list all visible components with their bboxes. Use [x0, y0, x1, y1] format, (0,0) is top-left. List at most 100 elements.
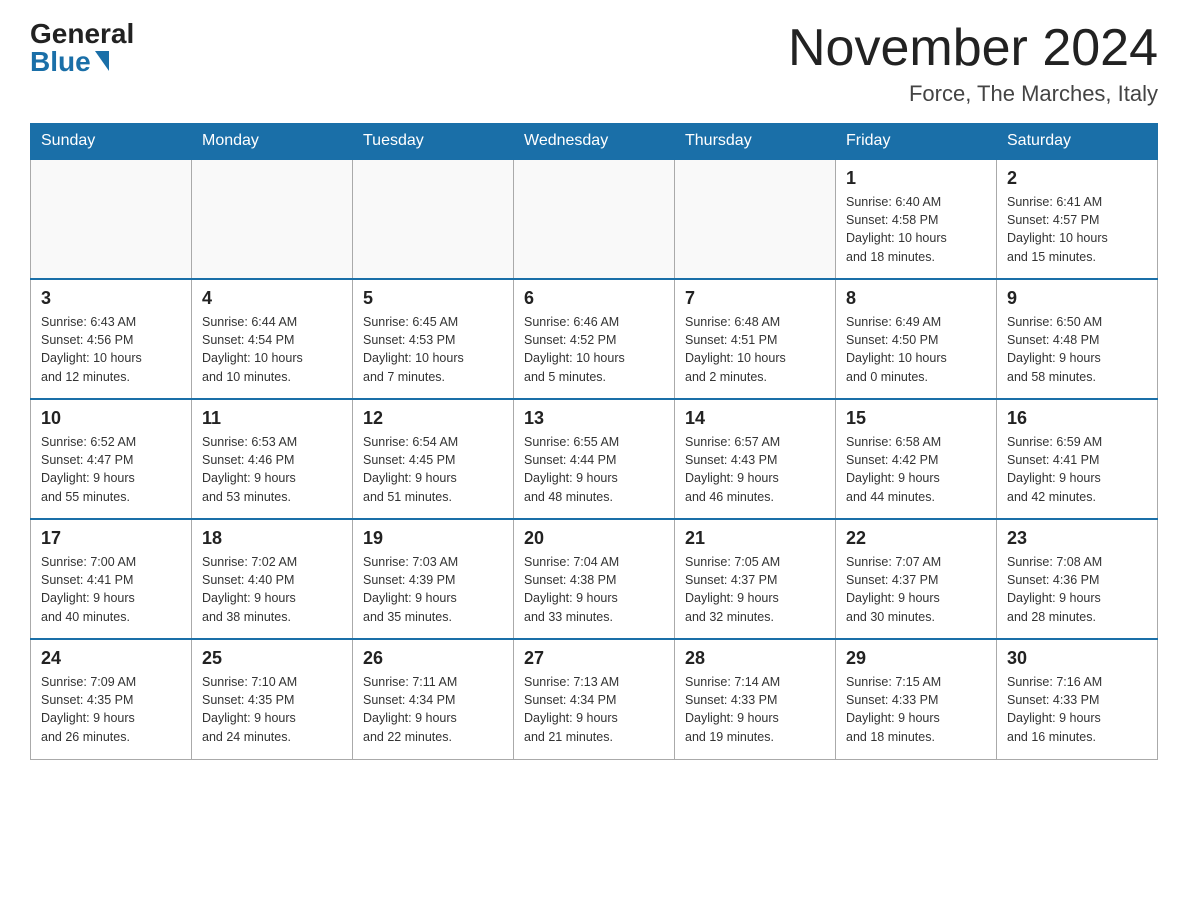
calendar-cell — [514, 159, 675, 279]
day-number: 16 — [1007, 408, 1147, 429]
calendar-cell: 2 Sunrise: 6:41 AM Sunset: 4:57 PM Daylig… — [997, 159, 1158, 279]
calendar-cell: 15 Sunrise: 6:58 AM Sunset: 4:42 PM Dayli… — [836, 399, 997, 519]
day-info: Sunrise: 6:54 AM Sunset: 4:45 PM Dayligh… — [363, 433, 503, 506]
day-number: 25 — [202, 648, 342, 669]
calendar-cell: 3 Sunrise: 6:43 AM Sunset: 4:56 PM Daylig… — [31, 279, 192, 399]
day-info: Sunrise: 7:13 AM Sunset: 4:34 PM Dayligh… — [524, 673, 664, 746]
calendar-cell: 4 Sunrise: 6:44 AM Sunset: 4:54 PM Daylig… — [192, 279, 353, 399]
day-number: 22 — [846, 528, 986, 549]
day-info: Sunrise: 6:49 AM Sunset: 4:50 PM Dayligh… — [846, 313, 986, 386]
week-row-1: 1Sunrise: 6:40 AM Sunset: 4:58 PM Daylig… — [31, 159, 1158, 279]
day-number: 7 — [685, 288, 825, 309]
day-number: 10 — [41, 408, 181, 429]
calendar-cell: 11 Sunrise: 6:53 AM Sunset: 4:46 PM Dayli… — [192, 399, 353, 519]
calendar-cell — [192, 159, 353, 279]
day-number: 3 — [41, 288, 181, 309]
calendar-cell: 8 Sunrise: 6:49 AM Sunset: 4:50 PM Daylig… — [836, 279, 997, 399]
calendar-cell: 29 Sunrise: 7:15 AM Sunset: 4:33 PM Dayli… — [836, 639, 997, 759]
day-info: Sunrise: 6:50 AM Sunset: 4:48 PM Dayligh… — [1007, 313, 1147, 386]
calendar-cell: 5 Sunrise: 6:45 AM Sunset: 4:53 PM Daylig… — [353, 279, 514, 399]
day-info: Sunrise: 6:44 AM Sunset: 4:54 PM Dayligh… — [202, 313, 342, 386]
day-number: 6 — [524, 288, 664, 309]
day-info: Sunrise: 7:11 AM Sunset: 4:34 PM Dayligh… — [363, 673, 503, 746]
logo-general-text: General — [30, 20, 134, 48]
day-info: Sunrise: 6:43 AM Sunset: 4:56 PM Dayligh… — [41, 313, 181, 386]
week-row-3: 10 Sunrise: 6:52 AM Sunset: 4:47 PM Dayli… — [31, 399, 1158, 519]
day-number: 4 — [202, 288, 342, 309]
day-number: 27 — [524, 648, 664, 669]
day-number: 20 — [524, 528, 664, 549]
day-info: Sunrise: 6:53 AM Sunset: 4:46 PM Dayligh… — [202, 433, 342, 506]
day-info: Sunrise: 7:10 AM Sunset: 4:35 PM Dayligh… — [202, 673, 342, 746]
calendar-cell: 25 Sunrise: 7:10 AM Sunset: 4:35 PM Dayli… — [192, 639, 353, 759]
page-header: General Blue November 2024 Force, The Ma… — [30, 20, 1158, 107]
location-text: Force, The Marches, Italy — [788, 81, 1158, 107]
calendar-cell: 16 Sunrise: 6:59 AM Sunset: 4:41 PM Dayli… — [997, 399, 1158, 519]
calendar-cell: 28 Sunrise: 7:14 AM Sunset: 4:33 PM Dayli… — [675, 639, 836, 759]
logo-blue-text: Blue — [30, 48, 91, 76]
day-info: Sunrise: 6:59 AM Sunset: 4:41 PM Dayligh… — [1007, 433, 1147, 506]
week-row-5: 24Sunrise: 7:09 AM Sunset: 4:35 PM Dayli… — [31, 639, 1158, 759]
calendar-cell: 21 Sunrise: 7:05 AM Sunset: 4:37 PM Dayli… — [675, 519, 836, 639]
day-number: 5 — [363, 288, 503, 309]
calendar-cell — [675, 159, 836, 279]
day-number: 17 — [41, 528, 181, 549]
day-info: Sunrise: 7:09 AM Sunset: 4:35 PM Dayligh… — [41, 673, 181, 746]
day-number: 11 — [202, 408, 342, 429]
week-row-2: 3 Sunrise: 6:43 AM Sunset: 4:56 PM Daylig… — [31, 279, 1158, 399]
calendar-cell: 26Sunrise: 7:11 AM Sunset: 4:34 PM Dayli… — [353, 639, 514, 759]
weekday-header-saturday: Saturday — [997, 124, 1158, 160]
calendar-cell: 27 Sunrise: 7:13 AM Sunset: 4:34 PM Dayli… — [514, 639, 675, 759]
day-info: Sunrise: 7:03 AM Sunset: 4:39 PM Dayligh… — [363, 553, 503, 626]
calendar-cell: 7 Sunrise: 6:48 AM Sunset: 4:51 PM Daylig… — [675, 279, 836, 399]
weekday-header-row: SundayMondayTuesdayWednesdayThursdayFrid… — [31, 124, 1158, 160]
day-number: 12 — [363, 408, 503, 429]
day-info: Sunrise: 7:04 AM Sunset: 4:38 PM Dayligh… — [524, 553, 664, 626]
calendar-cell: 18 Sunrise: 7:02 AM Sunset: 4:40 PM Dayli… — [192, 519, 353, 639]
calendar-cell: 13Sunrise: 6:55 AM Sunset: 4:44 PM Dayli… — [514, 399, 675, 519]
day-number: 28 — [685, 648, 825, 669]
day-info: Sunrise: 7:15 AM Sunset: 4:33 PM Dayligh… — [846, 673, 986, 746]
day-info: Sunrise: 7:16 AM Sunset: 4:33 PM Dayligh… — [1007, 673, 1147, 746]
calendar-cell: 10 Sunrise: 6:52 AM Sunset: 4:47 PM Dayli… — [31, 399, 192, 519]
calendar-cell: 22 Sunrise: 7:07 AM Sunset: 4:37 PM Dayli… — [836, 519, 997, 639]
calendar-cell: 24Sunrise: 7:09 AM Sunset: 4:35 PM Dayli… — [31, 639, 192, 759]
calendar-cell: 20 Sunrise: 7:04 AM Sunset: 4:38 PM Dayli… — [514, 519, 675, 639]
calendar-cell: 19 Sunrise: 7:03 AM Sunset: 4:39 PM Dayli… — [353, 519, 514, 639]
calendar-cell — [31, 159, 192, 279]
week-row-4: 17 Sunrise: 7:00 AM Sunset: 4:41 PM Dayli… — [31, 519, 1158, 639]
day-number: 15 — [846, 408, 986, 429]
day-info: Sunrise: 7:05 AM Sunset: 4:37 PM Dayligh… — [685, 553, 825, 626]
day-info: Sunrise: 7:02 AM Sunset: 4:40 PM Dayligh… — [202, 553, 342, 626]
day-number: 29 — [846, 648, 986, 669]
calendar-cell: 9Sunrise: 6:50 AM Sunset: 4:48 PM Daylig… — [997, 279, 1158, 399]
day-number: 18 — [202, 528, 342, 549]
weekday-header-tuesday: Tuesday — [353, 124, 514, 160]
day-number: 8 — [846, 288, 986, 309]
day-info: Sunrise: 6:45 AM Sunset: 4:53 PM Dayligh… — [363, 313, 503, 386]
month-title: November 2024 — [788, 20, 1158, 77]
weekday-header-thursday: Thursday — [675, 124, 836, 160]
day-info: Sunrise: 7:07 AM Sunset: 4:37 PM Dayligh… — [846, 553, 986, 626]
day-number: 19 — [363, 528, 503, 549]
day-info: Sunrise: 6:57 AM Sunset: 4:43 PM Dayligh… — [685, 433, 825, 506]
day-number: 21 — [685, 528, 825, 549]
day-info: Sunrise: 7:00 AM Sunset: 4:41 PM Dayligh… — [41, 553, 181, 626]
day-info: Sunrise: 7:08 AM Sunset: 4:36 PM Dayligh… — [1007, 553, 1147, 626]
day-info: Sunrise: 6:58 AM Sunset: 4:42 PM Dayligh… — [846, 433, 986, 506]
calendar-cell: 23Sunrise: 7:08 AM Sunset: 4:36 PM Dayli… — [997, 519, 1158, 639]
calendar-cell: 17 Sunrise: 7:00 AM Sunset: 4:41 PM Dayli… — [31, 519, 192, 639]
calendar-table: SundayMondayTuesdayWednesdayThursdayFrid… — [30, 123, 1158, 760]
day-info: Sunrise: 7:14 AM Sunset: 4:33 PM Dayligh… — [685, 673, 825, 746]
weekday-header-wednesday: Wednesday — [514, 124, 675, 160]
day-number: 2 — [1007, 168, 1147, 189]
calendar-cell: 14Sunrise: 6:57 AM Sunset: 4:43 PM Dayli… — [675, 399, 836, 519]
day-info: Sunrise: 6:52 AM Sunset: 4:47 PM Dayligh… — [41, 433, 181, 506]
day-info: Sunrise: 6:48 AM Sunset: 4:51 PM Dayligh… — [685, 313, 825, 386]
day-info: Sunrise: 6:41 AM Sunset: 4:57 PM Dayligh… — [1007, 193, 1147, 266]
day-info: Sunrise: 6:55 AM Sunset: 4:44 PM Dayligh… — [524, 433, 664, 506]
calendar-cell: 1Sunrise: 6:40 AM Sunset: 4:58 PM Daylig… — [836, 159, 997, 279]
day-info: Sunrise: 6:46 AM Sunset: 4:52 PM Dayligh… — [524, 313, 664, 386]
logo: General Blue — [30, 20, 134, 76]
title-block: November 2024 Force, The Marches, Italy — [788, 20, 1158, 107]
